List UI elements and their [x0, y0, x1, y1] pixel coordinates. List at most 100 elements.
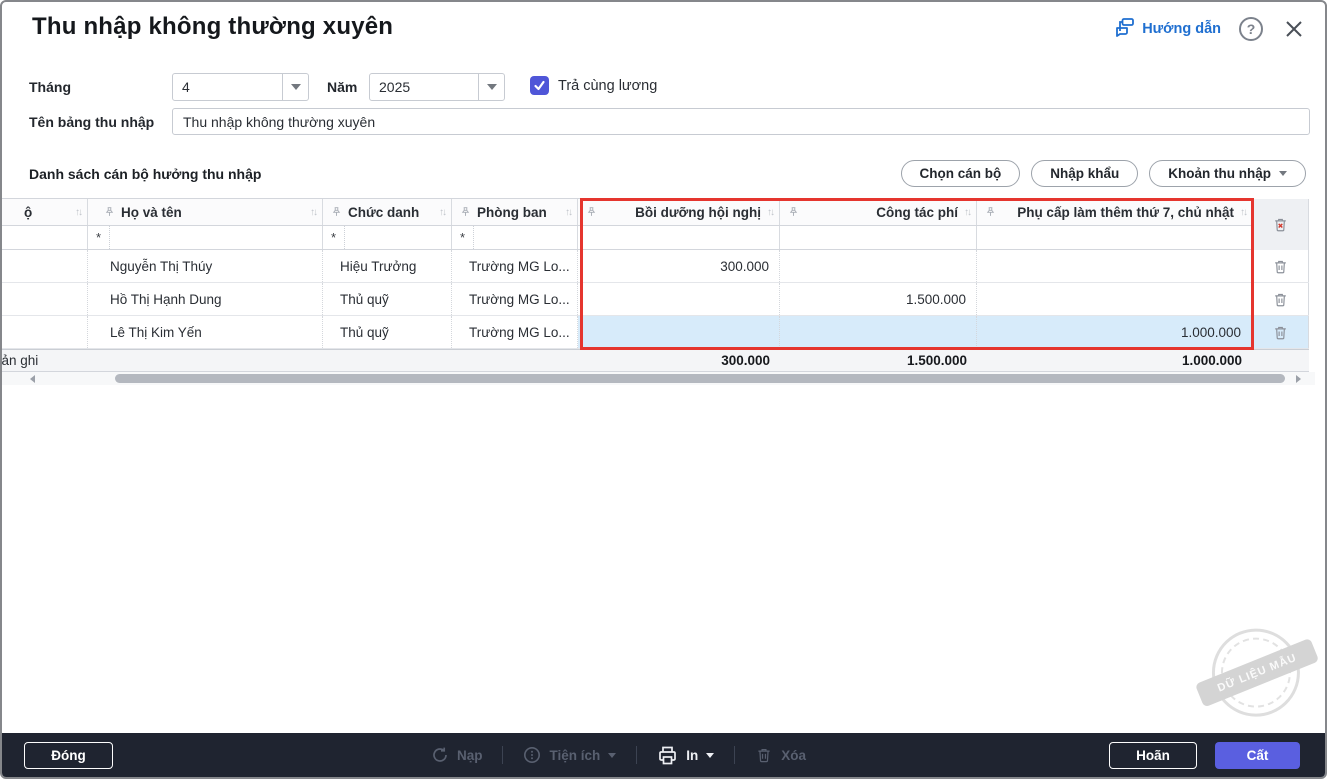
filter-cell-conference[interactable]: [578, 226, 780, 249]
page-title: Thu nhập không thường xuyên: [32, 13, 393, 41]
pin-icon[interactable]: [586, 206, 597, 218]
column-header-code[interactable]: ộ↑↓: [2, 199, 88, 225]
column-header-job-title[interactable]: Chức danh↑↓: [323, 199, 452, 225]
trash-icon: [755, 746, 773, 764]
pin-icon[interactable]: [104, 206, 115, 218]
cell-job-title[interactable]: Thủ quỹ: [323, 316, 452, 348]
column-label: Phòng ban: [477, 205, 547, 220]
cell-name[interactable]: Nguyễn Thị Thúy: [88, 250, 323, 282]
cell-job-title[interactable]: Thủ quỹ: [323, 283, 452, 315]
sort-icon[interactable]: ↑↓: [439, 207, 445, 218]
cell-department[interactable]: Trường MG Lo...: [452, 283, 578, 315]
year-value: 2025: [370, 79, 478, 95]
scrollbar-thumb[interactable]: [115, 374, 1285, 383]
filter-star[interactable]: *: [452, 226, 474, 249]
sort-icon[interactable]: ↑↓: [565, 207, 571, 218]
filter-star[interactable]: *: [88, 226, 110, 249]
filter-cell-name[interactable]: *: [88, 226, 323, 249]
delete-button[interactable]: Xóa: [755, 746, 806, 764]
cell-department[interactable]: Trường MG Lo...: [452, 250, 578, 282]
cell-travel-expense[interactable]: [780, 250, 977, 282]
cell-weekend-overtime[interactable]: [977, 250, 1252, 282]
sort-icon[interactable]: ↑↓: [310, 207, 316, 218]
cell-name[interactable]: Hồ Thị Hạnh Dung: [88, 283, 323, 315]
filter-cell-code[interactable]: [2, 226, 88, 249]
column-header-weekend-overtime[interactable]: Phụ cấp làm thêm thứ 7, chủ nhật↑↓: [977, 199, 1252, 225]
delete-row-button[interactable]: [1252, 250, 1309, 282]
import-button[interactable]: Nhập khẩu: [1031, 160, 1138, 187]
sort-icon[interactable]: ↑↓: [964, 207, 970, 218]
cell-travel-expense[interactable]: 1.500.000: [780, 283, 977, 315]
table-row-selected[interactable]: Lê Thị Kim Yến Thủ quỹ Trường MG Lo... 1…: [2, 316, 1309, 349]
refresh-icon: [431, 746, 449, 764]
column-header-travel-expense[interactable]: Công tác phí↑↓: [780, 199, 977, 225]
cell-travel-expense[interactable]: [780, 316, 977, 348]
cell-code[interactable]: [2, 316, 88, 348]
trash-icon: [1272, 291, 1289, 308]
horizontal-scrollbar[interactable]: [2, 372, 1315, 385]
filter-cell-weekend[interactable]: [977, 226, 1252, 249]
column-header-conference-allowance[interactable]: Bồi dưỡng hội nghị↑↓: [578, 199, 780, 225]
filter-cell-department[interactable]: *: [452, 226, 578, 249]
scroll-left-arrow[interactable]: [30, 375, 35, 383]
help-icon[interactable]: ?: [1239, 17, 1263, 41]
filter-cell-travel[interactable]: [780, 226, 977, 249]
sort-icon[interactable]: ↑↓: [75, 207, 81, 218]
trash-icon: [1272, 258, 1289, 275]
sort-icon[interactable]: ↑↓: [1240, 207, 1246, 218]
utilities-button[interactable]: Tiện ích: [523, 746, 616, 764]
printer-icon: [657, 745, 678, 766]
trash-icon: [1272, 324, 1289, 341]
table-row[interactable]: Hồ Thị Hạnh Dung Thủ quỹ Trường MG Lo...…: [2, 283, 1309, 316]
column-label: Họ và tên: [121, 205, 182, 220]
filter-star[interactable]: *: [323, 226, 345, 249]
column-header-name[interactable]: Họ và tên ↑↓: [88, 199, 323, 225]
chevron-down-icon: [1279, 171, 1287, 176]
table-header-row: ộ↑↓ Họ và tên↑↓ Chức danh↑↓ Phòng ban↑↓ …: [2, 198, 1252, 226]
table-name-input[interactable]: Thu nhập không thường xuyên: [172, 108, 1310, 135]
guide-link[interactable]: Hướng dẫn: [1115, 17, 1221, 41]
cell-weekend-overtime[interactable]: 1.000.000: [977, 316, 1252, 348]
year-select[interactable]: 2025: [369, 73, 505, 101]
cell-conference-allowance[interactable]: [578, 316, 780, 348]
pay-with-salary-label[interactable]: Trả cùng lương: [558, 78, 657, 94]
pay-with-salary-checkbox[interactable]: [530, 76, 549, 95]
print-button[interactable]: In: [657, 745, 714, 766]
cell-department[interactable]: Trường MG Lo...: [452, 316, 578, 348]
scroll-right-arrow[interactable]: [1296, 375, 1301, 383]
year-label: Năm: [327, 79, 357, 95]
sort-icon[interactable]: ↑↓: [767, 207, 773, 218]
filter-cell-job-title[interactable]: *: [323, 226, 452, 249]
month-dropdown-button[interactable]: [282, 74, 308, 100]
utilities-icon: [523, 746, 541, 764]
delete-row-button[interactable]: [1252, 283, 1309, 315]
close-icon[interactable]: [1281, 16, 1307, 42]
month-label: Tháng: [29, 79, 71, 95]
save-button[interactable]: Cất: [1215, 742, 1300, 769]
year-dropdown-button[interactable]: [478, 74, 504, 100]
import-label: Nhập khẩu: [1050, 166, 1119, 181]
reload-button[interactable]: Nạp: [431, 746, 483, 764]
list-section-buttons: Chọn cán bộ Nhập khẩu Khoản thu nhập: [901, 160, 1307, 187]
clear-filter-button[interactable]: [1252, 199, 1309, 250]
delete-row-button[interactable]: [1252, 316, 1309, 348]
pin-icon[interactable]: [985, 206, 996, 218]
chevron-down-icon: [487, 84, 497, 90]
income-items-button[interactable]: Khoản thu nhập: [1149, 160, 1306, 187]
cell-conference-allowance[interactable]: 300.000: [578, 250, 780, 282]
cell-conference-allowance[interactable]: [578, 283, 780, 315]
table-name-value: Thu nhập không thường xuyên: [183, 114, 375, 130]
cell-code[interactable]: [2, 283, 88, 315]
column-header-department[interactable]: Phòng ban ↑↓: [452, 199, 578, 225]
table-row[interactable]: Nguyễn Thị Thúy Hiệu Trưởng Trường MG Lo…: [2, 250, 1309, 283]
pin-icon[interactable]: [331, 206, 342, 218]
pin-icon[interactable]: [788, 206, 799, 218]
month-select[interactable]: 4: [172, 73, 309, 101]
cell-job-title[interactable]: Hiệu Trưởng: [323, 250, 452, 282]
postpone-button[interactable]: Hoãn: [1109, 742, 1197, 769]
cell-name[interactable]: Lê Thị Kim Yến: [88, 316, 323, 348]
pin-icon[interactable]: [460, 206, 471, 218]
cell-weekend-overtime[interactable]: [977, 283, 1252, 315]
cell-code[interactable]: [2, 250, 88, 282]
select-staff-button[interactable]: Chọn cán bộ: [901, 160, 1021, 187]
